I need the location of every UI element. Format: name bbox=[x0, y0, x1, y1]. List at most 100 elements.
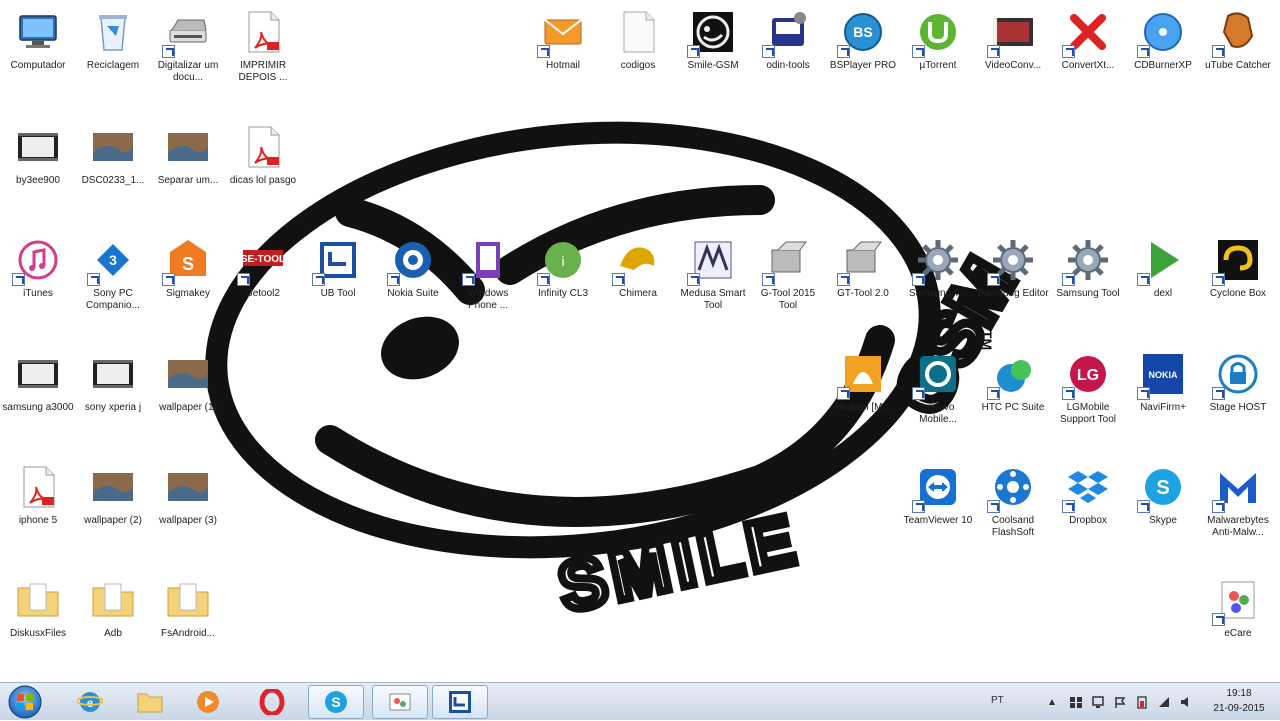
taskbar-button-media-player[interactable] bbox=[180, 685, 236, 719]
desktop-icon-37[interactable]: sony xperia j bbox=[75, 344, 151, 452]
shortcut-arrow-icon bbox=[1137, 45, 1150, 58]
desktop-icon-19[interactable]: iTunes bbox=[0, 230, 76, 338]
desktop-icon-52[interactable]: Malwarebytes Anti-Malw... bbox=[1200, 457, 1276, 565]
desktop-icon-24[interactable]: Nokia Suite bbox=[375, 230, 451, 338]
desktop-icon-54[interactable]: Adb bbox=[75, 570, 151, 678]
taskbar-button-explorer[interactable] bbox=[122, 685, 178, 719]
desktop-icon-label: IMPRIMIR DEPOIS ... bbox=[238, 60, 288, 83]
desktop-icon-16[interactable]: DSC0233_1... bbox=[75, 117, 151, 225]
desktop-icon-label: by3ee900 bbox=[16, 175, 60, 186]
desktop-icon-43[interactable]: NOKIA NaviFirm+ bbox=[1125, 344, 1201, 452]
desktop-icon-9[interactable]: BS BSPlayer PRO bbox=[825, 2, 901, 110]
desktop-icon-10[interactable]: µTorrent bbox=[900, 2, 976, 110]
desktop-icon-29[interactable]: G-Tool 2015 Tool bbox=[750, 230, 826, 338]
desktop-icon-39[interactable]: Huawei [M... bbox=[825, 344, 901, 452]
desktop-icon-label: Windows Phone ... bbox=[467, 288, 509, 311]
desktop-icon-33[interactable]: Samsung Tool bbox=[1050, 230, 1126, 338]
shortcut-arrow-icon bbox=[1062, 45, 1075, 58]
show-hidden-icons-icon[interactable] bbox=[1045, 695, 1059, 709]
desktop-icon-23[interactable]: UB Tool bbox=[300, 230, 376, 338]
photo-icon bbox=[89, 123, 137, 171]
clock[interactable]: 19:18 21-09-2015 bbox=[1204, 686, 1274, 716]
desktop-icon-3[interactable]: Digitalizar um docu... bbox=[150, 2, 226, 110]
desktop-icon-15[interactable]: by3ee900 bbox=[0, 117, 76, 225]
desktop-icon-label: Hotmail bbox=[546, 60, 580, 71]
desktop-icon-55[interactable]: FsAndroid... bbox=[150, 570, 226, 678]
desktop-icon-12[interactable]: ConvertXt... bbox=[1050, 2, 1126, 110]
desktop-icon-14[interactable]: uTube Catcher bbox=[1200, 2, 1276, 110]
desktop-icon-18[interactable]: dicas lol pasgo bbox=[225, 117, 301, 225]
shortcut-arrow-icon bbox=[1062, 500, 1075, 513]
photo-icon bbox=[164, 123, 212, 171]
desktop-icon-41[interactable]: HTC PC Suite bbox=[975, 344, 1051, 452]
desktop-icon-35[interactable]: Cyclone Box bbox=[1200, 230, 1276, 338]
desktop-icon-13[interactable]: CDBurnerXP bbox=[1125, 2, 1201, 110]
taskbar-button-ub[interactable] bbox=[432, 685, 488, 719]
shortcut-arrow-icon bbox=[912, 500, 925, 513]
nokia-suite-icon bbox=[387, 236, 437, 286]
battery-alert-icon[interactable] bbox=[1135, 695, 1149, 709]
play-icon bbox=[1137, 236, 1187, 286]
desktop-icon-50[interactable]: Dropbox bbox=[1050, 457, 1126, 565]
desktop-icon-8[interactable]: odin-tools bbox=[750, 2, 826, 110]
desktop-icon-56[interactable]: eCare bbox=[1200, 570, 1276, 678]
desktop-icon-21[interactable]: S Sigmakey bbox=[150, 230, 226, 338]
teamviewer-icon bbox=[912, 463, 962, 513]
taskbar-button-opera[interactable] bbox=[244, 685, 300, 719]
desktop-icon-2[interactable]: Reciclagem bbox=[75, 2, 151, 110]
utorrent-icon bbox=[912, 8, 962, 58]
desktop-icon-48[interactable]: TeamViewer 10 bbox=[900, 457, 976, 565]
desktop-icon-label: Huawei [M... bbox=[835, 402, 891, 413]
action-center-icon[interactable] bbox=[1113, 695, 1127, 709]
desktop-icon-17[interactable]: Separar um... bbox=[150, 117, 226, 225]
network-icon[interactable] bbox=[1091, 695, 1105, 709]
desktop-icon-7[interactable]: Smile-GSM bbox=[675, 2, 751, 110]
desktop-icon-51[interactable]: S Skype bbox=[1125, 457, 1201, 565]
desktop-icon-49[interactable]: Coolsand FlashSoft bbox=[975, 457, 1051, 565]
smile-icon bbox=[687, 8, 737, 58]
desktop-icon-46[interactable]: wallpaper (2) bbox=[75, 457, 151, 565]
desktop-icon-4[interactable]: IMPRIMIR DEPOIS ... bbox=[225, 2, 301, 110]
desktop-icon-28[interactable]: Medusa Smart Tool bbox=[675, 230, 751, 338]
start-button[interactable] bbox=[4, 684, 46, 720]
desktop-icon-44[interactable]: Stage HOST bbox=[1200, 344, 1276, 452]
desktop-icon-label: µTorrent bbox=[919, 60, 957, 71]
desktop-icon-label: BSPlayer PRO bbox=[829, 60, 897, 71]
shortcut-arrow-icon bbox=[837, 273, 850, 286]
desktop-icon-11[interactable]: VideoConv... bbox=[975, 2, 1051, 110]
desktop-icon-30[interactable]: GT-Tool 2.0 bbox=[825, 230, 901, 338]
desktop-icon-47[interactable]: wallpaper (3) bbox=[150, 457, 226, 565]
desktop[interactable]: GSM TM SMILE Computador Reciclagem Digital… bbox=[0, 0, 1280, 682]
desktop-icon-25[interactable]: Windows Phone ... bbox=[450, 230, 526, 338]
desktop-icon-31[interactable]: Samsung T... bbox=[900, 230, 976, 338]
huawei-icon bbox=[837, 350, 887, 400]
desktop-icon-5[interactable]: Hotmail bbox=[525, 2, 601, 110]
desktop-icon-40[interactable]: Lenovo Mobile... bbox=[900, 344, 976, 452]
desktop-icon-42[interactable]: LG LGMobile Support Tool bbox=[1050, 344, 1126, 452]
desktop-icon-53[interactable]: DiskusxFiles bbox=[0, 570, 76, 678]
desktop-icon-34[interactable]: dexl bbox=[1125, 230, 1201, 338]
itunes-icon bbox=[12, 236, 62, 286]
desktop-icon-22[interactable]: SE-TOOL Setool2 bbox=[225, 230, 301, 338]
windows-flag-icon[interactable] bbox=[1069, 695, 1083, 709]
taskbar-button-skype[interactable]: S bbox=[308, 685, 364, 719]
desktop-icon-38[interactable]: wallpaper (1) bbox=[150, 344, 226, 452]
desktop-icon-32[interactable]: Samsung Editor bbox=[975, 230, 1051, 338]
taskbar-button-paint[interactable] bbox=[372, 685, 428, 719]
desktop-icon-26[interactable]: i Infinity CL3 bbox=[525, 230, 601, 338]
desktop-icon-27[interactable]: Chimera bbox=[600, 230, 676, 338]
volume-icon[interactable] bbox=[1179, 695, 1193, 709]
desktop-icon-36[interactable]: samsung a3000 bbox=[0, 344, 76, 452]
desktop-icon-20[interactable]: 3 Sony PC Companio... bbox=[75, 230, 151, 338]
desktop-icon-label: Reciclagem bbox=[86, 60, 140, 71]
taskbar-button-ie[interactable]: e bbox=[62, 685, 118, 719]
language-indicator[interactable]: PT bbox=[991, 695, 1004, 706]
desktop-icon-label: Setool2 bbox=[246, 288, 280, 299]
desktop-icon-45[interactable]: iphone 5 bbox=[0, 457, 76, 565]
signal-icon[interactable] bbox=[1157, 695, 1171, 709]
desktop-icon-label: Stage HOST bbox=[1209, 402, 1267, 413]
desktop-icon-6[interactable]: codigos bbox=[600, 2, 676, 110]
svg-text:e: e bbox=[87, 696, 93, 711]
video-file-icon bbox=[14, 350, 62, 398]
desktop-icon-1[interactable]: Computador bbox=[0, 2, 76, 110]
